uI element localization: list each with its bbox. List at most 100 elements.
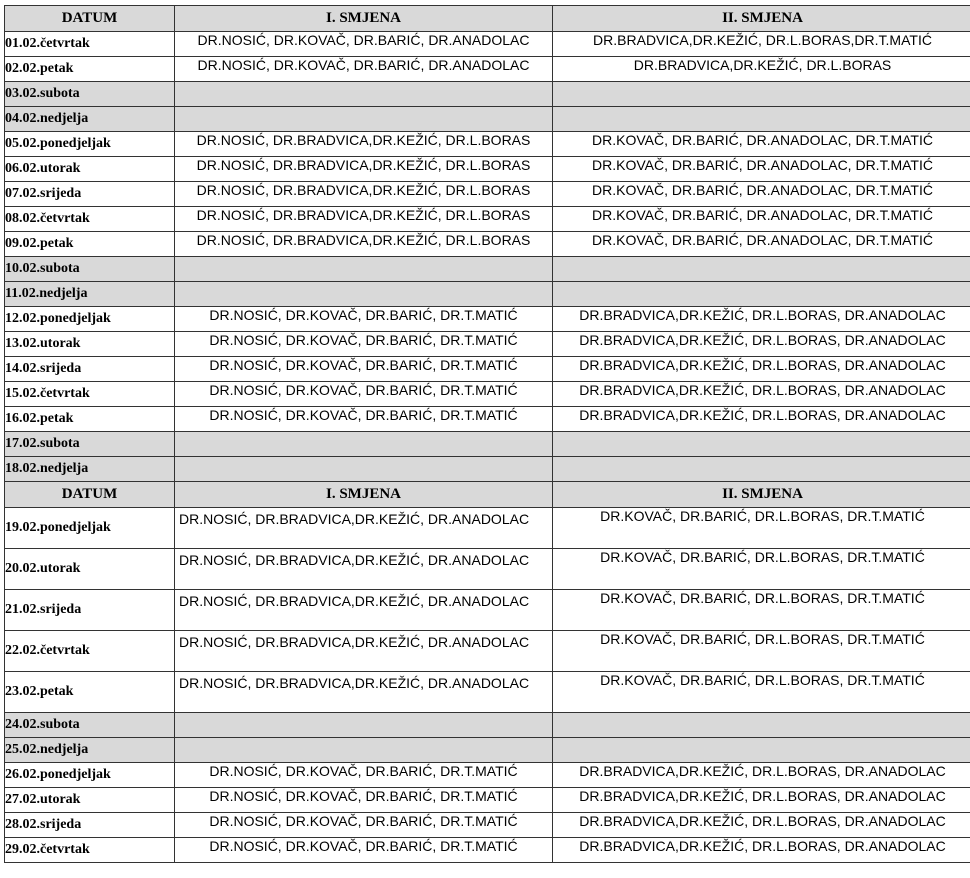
- table-row: 14.02.srijeda DR.NOSIĆ, DR.KOVAČ, DR.BARI…: [4, 356, 970, 382]
- table-row: 22.02.četvrtak DR.NOSIĆ, DR.BRADVICA,DR.K…: [4, 630, 970, 672]
- shift1-cell: [174, 712, 553, 738]
- shift1-cell: DR.NOSIĆ, DR.KOVAČ, DR.BARIĆ, DR.T.MATIĆ: [174, 837, 553, 863]
- date-cell: 21.02.srijeda: [4, 589, 175, 631]
- header-row: DATUM I. SMJENA II. SMJENA: [4, 481, 970, 508]
- shift1-cell: DR.NOSIĆ, DR.BRADVICA,DR.KEŽIĆ, DR.L.BOR…: [174, 181, 553, 207]
- shift2-cell: DR.KOVAČ, DR.BARIĆ, DR.L.BORAS, DR.T.MAT…: [552, 548, 970, 590]
- table-row: 12.02.ponedjeljak DR.NOSIĆ, DR.KOVAČ, DR.…: [4, 306, 970, 332]
- shift2-cell: [552, 106, 970, 132]
- header-row: DATUM I. SMJENA II. SMJENA: [4, 5, 970, 32]
- date-cell: 06.02.utorak: [4, 156, 175, 182]
- shift1-cell: DR.NOSIĆ, DR.BRADVICA,DR.KEŽIĆ, DR.ANADO…: [174, 507, 553, 549]
- table-row: 03.02.subota: [4, 81, 970, 107]
- date-cell: 07.02.srijeda: [4, 181, 175, 207]
- shift2-cell: DR.KOVAČ, DR.BARIĆ, DR.L.BORAS, DR.T.MAT…: [552, 671, 970, 713]
- shift1-cell: DR.NOSIĆ, DR.KOVAČ, DR.BARIĆ, DR.T.MATIĆ: [174, 787, 553, 813]
- date-cell: 15.02.četvrtak: [4, 381, 175, 407]
- table-row: 05.02.ponedjeljak DR.NOSIĆ, DR.BRADVICA,D…: [4, 131, 970, 157]
- date-column-header: DATUM: [4, 5, 175, 32]
- shift1-cell: DR.NOSIĆ, DR.KOVAČ, DR.BARIĆ, DR.ANADOLA…: [174, 31, 553, 57]
- shift2-cell: DR.BRADVICA,DR.KEŽIĆ, DR.L.BORAS, DR.ANA…: [552, 787, 970, 813]
- table-row: 13.02.utorak DR.NOSIĆ, DR.KOVAČ, DR.BARIĆ…: [4, 331, 970, 357]
- date-cell: 05.02.ponedjeljak: [4, 131, 175, 157]
- shift2-cell: [552, 456, 970, 482]
- date-cell: 13.02.utorak: [4, 331, 175, 357]
- shift1-cell: DR.NOSIĆ, DR.BRADVICA,DR.KEŽIĆ, DR.ANADO…: [174, 671, 553, 713]
- shift2-cell: DR.BRADVICA,DR.KEŽIĆ, DR.L.BORAS, DR.ANA…: [552, 762, 970, 788]
- table-row: 15.02.četvrtak DR.NOSIĆ, DR.KOVAČ, DR.BAR…: [4, 381, 970, 407]
- table-row: 25.02.nedjelja: [4, 737, 970, 763]
- table-row: 17.02.subota: [4, 431, 970, 457]
- table-row: 18.02.nedjelja: [4, 456, 970, 482]
- shift1-cell: DR.NOSIĆ, DR.BRADVICA,DR.KEŽIĆ, DR.L.BOR…: [174, 231, 553, 257]
- date-cell: 23.02.petak: [4, 671, 175, 713]
- table-row: 10.02.subota: [4, 256, 970, 282]
- date-cell: 29.02.četvrtak: [4, 837, 175, 863]
- shift2-cell: [552, 737, 970, 763]
- shift1-cell: DR.NOSIĆ, DR.KOVAČ, DR.BARIĆ, DR.T.MATIĆ: [174, 381, 553, 407]
- schedule-body: DATUM I. SMJENA II. SMJENA 01.02.četvrtak DR…: [4, 5, 970, 863]
- table-row: 04.02.nedjelja: [4, 106, 970, 132]
- date-cell: 19.02.ponedjeljak: [4, 507, 175, 549]
- date-cell: 26.02.ponedjeljak: [4, 762, 175, 788]
- table-row: 28.02.srijeda DR.NOSIĆ, DR.KOVAČ, DR.BARI…: [4, 812, 970, 838]
- shift1-cell: [174, 256, 553, 282]
- shift1-cell: DR.NOSIĆ, DR.BRADVICA,DR.KEŽIĆ, DR.ANADO…: [174, 548, 553, 590]
- shift2-cell: DR.BRADVICA,DR.KEŽIĆ, DR.L.BORAS: [552, 56, 970, 82]
- shift2-column-header: II. SMJENA: [552, 5, 970, 32]
- shift2-cell: DR.BRADVICA,DR.KEŽIĆ, DR.L.BORAS, DR.ANA…: [552, 331, 970, 357]
- shift2-cell: DR.BRADVICA,DR.KEŽIĆ, DR.L.BORAS,DR.T.MA…: [552, 31, 970, 57]
- shift1-cell: [174, 281, 553, 307]
- date-cell: 25.02.nedjelja: [4, 737, 175, 763]
- shift1-column-header: I. SMJENA: [174, 481, 553, 508]
- shift2-cell: DR.BRADVICA,DR.KEŽIĆ, DR.L.BORAS, DR.ANA…: [552, 381, 970, 407]
- date-cell: 17.02.subota: [4, 431, 175, 457]
- date-cell: 18.02.nedjelja: [4, 456, 175, 482]
- shift1-cell: DR.NOSIĆ, DR.KOVAČ, DR.BARIĆ, DR.T.MATIĆ: [174, 331, 553, 357]
- shift2-cell: DR.BRADVICA,DR.KEŽIĆ, DR.L.BORAS, DR.ANA…: [552, 406, 970, 432]
- date-cell: 04.02.nedjelja: [4, 106, 175, 132]
- date-cell: 20.02.utorak: [4, 548, 175, 590]
- table-row: 26.02.ponedjeljak DR.NOSIĆ, DR.KOVAČ, DR.…: [4, 762, 970, 788]
- shift2-cell: DR.KOVAČ, DR.BARIĆ, DR.ANADOLAC, DR.T.MA…: [552, 206, 970, 232]
- table-row: 19.02.ponedjeljak DR.NOSIĆ, DR.BRADVICA,D…: [4, 507, 970, 549]
- table-row: 16.02.petak DR.NOSIĆ, DR.KOVAČ, DR.BARIĆ,…: [4, 406, 970, 432]
- shift1-cell: DR.NOSIĆ, DR.BRADVICA,DR.KEŽIĆ, DR.L.BOR…: [174, 156, 553, 182]
- date-cell: 28.02.srijeda: [4, 812, 175, 838]
- shift2-cell: DR.BRADVICA,DR.KEŽIĆ, DR.L.BORAS, DR.ANA…: [552, 837, 970, 863]
- shift1-cell: DR.NOSIĆ, DR.KOVAČ, DR.BARIĆ, DR.ANADOLA…: [174, 56, 553, 82]
- shift2-cell: [552, 81, 970, 107]
- shift1-column-header: I. SMJENA: [174, 5, 553, 32]
- date-cell: 01.02.četvrtak: [4, 31, 175, 57]
- shift2-cell: DR.KOVAČ, DR.BARIĆ, DR.L.BORAS, DR.T.MAT…: [552, 507, 970, 549]
- shift1-cell: DR.NOSIĆ, DR.KOVAČ, DR.BARIĆ, DR.T.MATIĆ: [174, 812, 553, 838]
- date-column-header: DATUM: [4, 481, 175, 508]
- shift1-cell: DR.NOSIĆ, DR.BRADVICA,DR.KEŽIĆ, DR.L.BOR…: [174, 206, 553, 232]
- shift1-cell: [174, 456, 553, 482]
- shift1-cell: [174, 81, 553, 107]
- date-cell: 10.02.subota: [4, 256, 175, 282]
- shift1-cell: DR.NOSIĆ, DR.BRADVICA,DR.KEŽIĆ, DR.ANADO…: [174, 630, 553, 672]
- date-cell: 16.02.petak: [4, 406, 175, 432]
- shift1-cell: DR.NOSIĆ, DR.BRADVICA,DR.KEŽIĆ, DR.ANADO…: [174, 589, 553, 631]
- table-row: 11.02.nedjelja: [4, 281, 970, 307]
- shift2-cell: DR.KOVAČ, DR.BARIĆ, DR.ANADOLAC, DR.T.MA…: [552, 231, 970, 257]
- shift2-cell: DR.KOVAČ, DR.BARIĆ, DR.ANADOLAC, DR.T.MA…: [552, 131, 970, 157]
- shift2-cell: DR.KOVAČ, DR.BARIĆ, DR.ANADOLAC, DR.T.MA…: [552, 181, 970, 207]
- shift2-cell: DR.BRADVICA,DR.KEŽIĆ, DR.L.BORAS, DR.ANA…: [552, 812, 970, 838]
- date-cell: 08.02.četvrtak: [4, 206, 175, 232]
- table-row: 02.02.petak DR.NOSIĆ, DR.KOVAČ, DR.BARIĆ,…: [4, 56, 970, 82]
- shift1-cell: [174, 431, 553, 457]
- date-cell: 03.02.subota: [4, 81, 175, 107]
- table-row: 09.02.petak DR.NOSIĆ, DR.BRADVICA,DR.KEŽI…: [4, 231, 970, 257]
- table-row: 29.02.četvrtak DR.NOSIĆ, DR.KOVAČ, DR.BAR…: [4, 837, 970, 863]
- shift2-cell: [552, 431, 970, 457]
- date-cell: 09.02.petak: [4, 231, 175, 257]
- shift2-cell: [552, 256, 970, 282]
- table-row: 23.02.petak DR.NOSIĆ, DR.BRADVICA,DR.KEŽI…: [4, 671, 970, 713]
- shift1-cell: DR.NOSIĆ, DR.KOVAČ, DR.BARIĆ, DR.T.MATIĆ: [174, 762, 553, 788]
- table-row: 24.02.subota: [4, 712, 970, 738]
- date-cell: 24.02.subota: [4, 712, 175, 738]
- shift1-cell: DR.NOSIĆ, DR.KOVAČ, DR.BARIĆ, DR.T.MATIĆ: [174, 356, 553, 382]
- shift2-cell: [552, 281, 970, 307]
